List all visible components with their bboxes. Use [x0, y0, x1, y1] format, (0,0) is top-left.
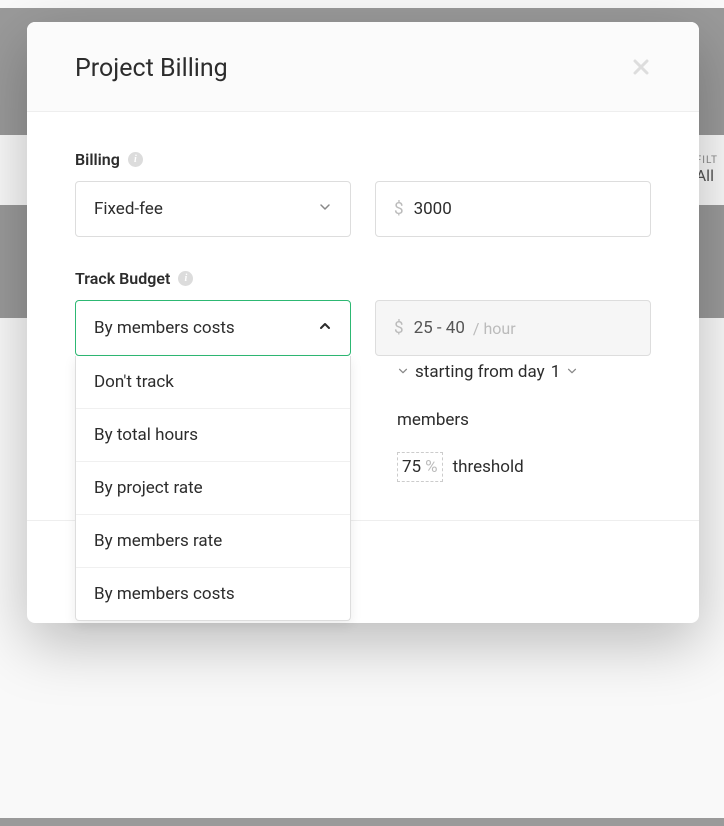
currency-symbol: $: [394, 199, 404, 219]
members-text: members: [397, 410, 469, 430]
info-icon[interactable]: i: [128, 152, 143, 167]
modal-title: Project Billing: [75, 54, 228, 83]
track-budget-dropdown: Don't track By total hours By project ra…: [75, 356, 351, 621]
info-icon[interactable]: i: [178, 271, 193, 286]
threshold-row: 75 % threshold: [397, 452, 524, 482]
threshold-label: threshold: [453, 457, 524, 477]
filter-value: All: [696, 166, 718, 185]
track-budget-value: By members costs: [94, 318, 235, 338]
threshold-value: 75: [402, 457, 421, 477]
rate-unit: / hour: [473, 319, 516, 338]
dropdown-option-members-rate[interactable]: By members rate: [76, 515, 350, 568]
chevron-down-icon: [397, 362, 409, 382]
track-budget-label: Track Budget i: [75, 269, 651, 288]
filter-label: FILT: [696, 155, 718, 166]
project-billing-modal: Project Billing Billing i Fixed-fee $ 30…: [27, 22, 699, 623]
recurrence-suffix: starting from day: [415, 362, 545, 382]
rate-range-value: 25 - 40: [414, 318, 465, 338]
chevron-down-icon: [318, 199, 332, 219]
track-budget-select[interactable]: By members costs: [75, 300, 351, 356]
close-icon[interactable]: [631, 57, 651, 81]
billing-amount-value: 3000: [414, 199, 452, 219]
billing-label-text: Billing: [75, 150, 120, 169]
chevron-down-icon: [566, 362, 578, 382]
rate-input: $ 25 - 40 / hour: [375, 300, 651, 356]
percent-symbol: %: [425, 457, 437, 477]
threshold-input[interactable]: 75 %: [397, 452, 443, 482]
dropdown-option-dont-track[interactable]: Don't track: [76, 356, 350, 409]
dropdown-option-total-hours[interactable]: By total hours: [76, 409, 350, 462]
track-budget-label-text: Track Budget: [75, 269, 170, 288]
recurrence-row[interactable]: starting from day 1: [397, 362, 578, 382]
currency-symbol: $: [394, 318, 404, 338]
dropdown-option-members-costs[interactable]: By members costs: [76, 568, 350, 620]
modal-body: Billing i Fixed-fee $ 3000 Track Budget …: [27, 112, 699, 520]
recurrence-day[interactable]: 1: [551, 362, 561, 382]
chevron-up-icon: [318, 318, 332, 338]
billing-type-value: Fixed-fee: [94, 199, 163, 219]
dropdown-option-project-rate[interactable]: By project rate: [76, 462, 350, 515]
billing-amount-input[interactable]: $ 3000: [375, 181, 651, 237]
billing-type-select[interactable]: Fixed-fee: [75, 181, 351, 237]
modal-header: Project Billing: [27, 22, 699, 112]
billing-label: Billing i: [75, 150, 651, 169]
